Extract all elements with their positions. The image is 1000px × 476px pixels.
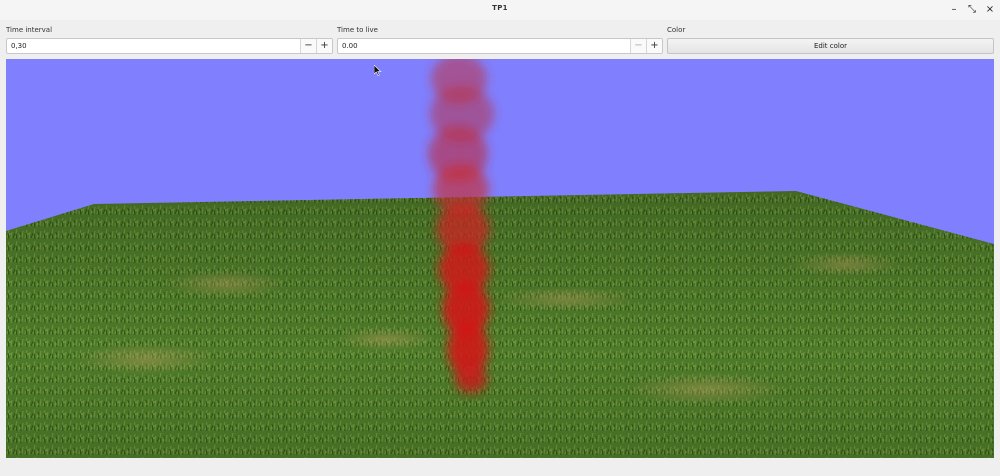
color-label: Color	[667, 26, 686, 34]
time-to-live-label: Time to live	[337, 26, 378, 34]
time-interval-label: Time interval	[6, 26, 53, 34]
window-title: TP1	[492, 4, 508, 12]
time-to-live-decrement-button[interactable]: −	[630, 39, 646, 53]
title-bar: TP1 – ⤡ ×	[0, 0, 1000, 20]
time-to-live-spinbox[interactable]: 0.00 − +	[337, 38, 663, 54]
3d-viewport[interactable]	[6, 59, 994, 458]
time-to-live-value[interactable]: 0.00	[342, 42, 358, 50]
restore-button[interactable]: ⤡	[965, 3, 979, 17]
scene-canvas	[6, 59, 994, 458]
mouse-cursor-icon	[373, 61, 382, 80]
time-interval-value[interactable]: 0,30	[11, 42, 27, 50]
minimize-button[interactable]: –	[947, 3, 961, 17]
time-interval-spinbox[interactable]: 0,30 − +	[6, 38, 333, 54]
edit-color-button[interactable]: Edit color	[667, 38, 994, 54]
time-interval-decrement-button[interactable]: −	[300, 39, 316, 53]
time-to-live-increment-button[interactable]: +	[646, 39, 662, 53]
close-button[interactable]: ×	[983, 3, 997, 17]
time-interval-increment-button[interactable]: +	[316, 39, 332, 53]
